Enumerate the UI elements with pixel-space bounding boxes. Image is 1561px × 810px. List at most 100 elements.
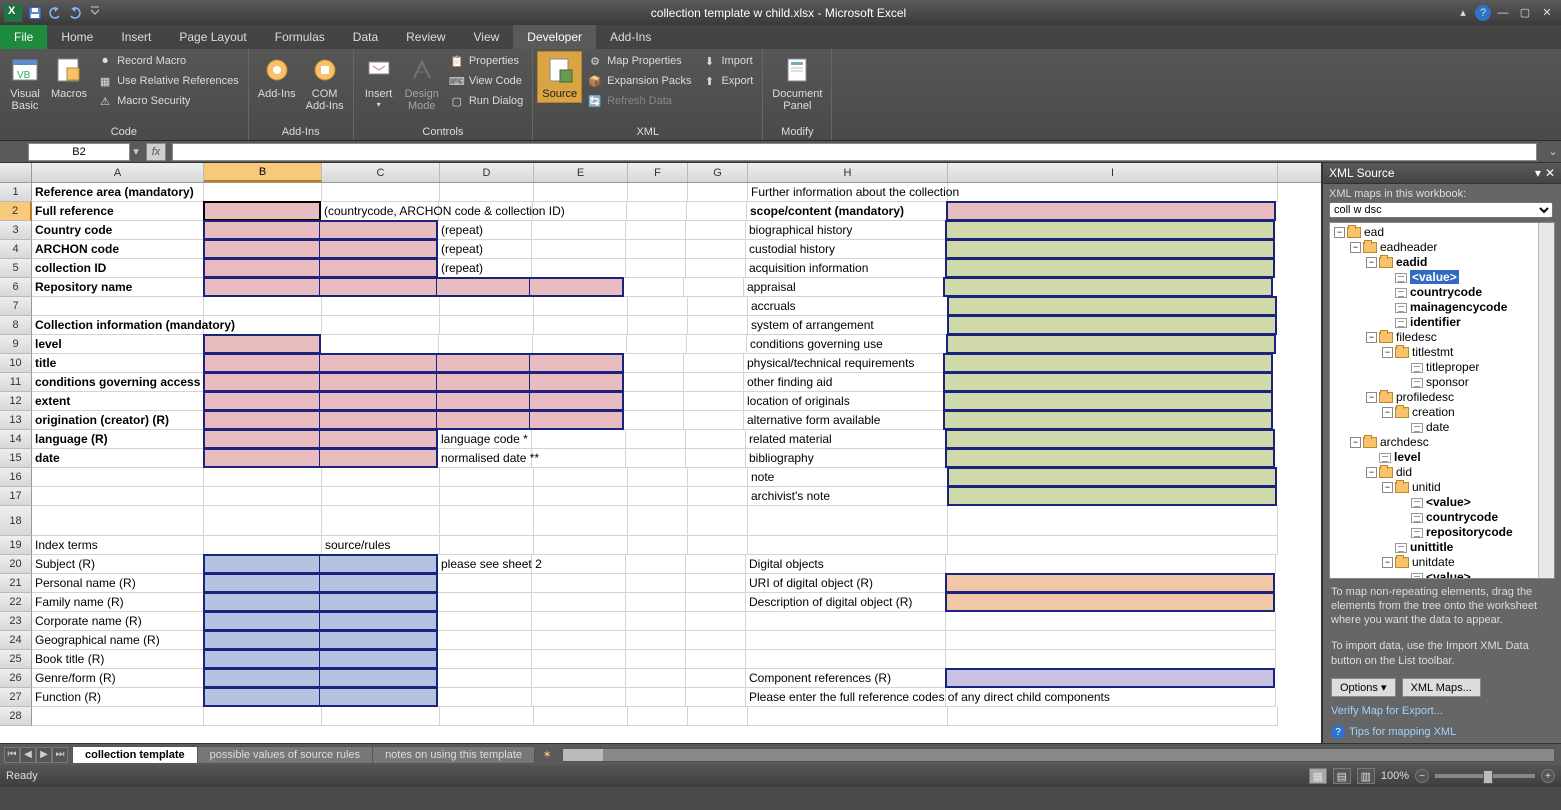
cell-E12[interactable] bbox=[530, 391, 624, 411]
cell-C12[interactable] bbox=[320, 391, 438, 411]
tree-node[interactable]: −eadid<value>countrycodemainagencycodeid… bbox=[1366, 255, 1552, 330]
cell-A15[interactable]: date bbox=[32, 449, 204, 468]
cell-G9[interactable] bbox=[687, 335, 747, 354]
column-header-F[interactable]: F bbox=[628, 163, 688, 182]
refresh-data-button[interactable]: 🔄Refresh Data bbox=[582, 91, 696, 111]
cell-A6[interactable]: Repository name bbox=[32, 278, 204, 297]
worksheet-grid[interactable]: ABCDEFGHI 1Reference area (mandatory)Fur… bbox=[0, 163, 1321, 743]
cell-B3[interactable] bbox=[203, 220, 321, 240]
design-mode-button[interactable]: DesignMode bbox=[400, 51, 444, 115]
cell-I4[interactable] bbox=[945, 239, 1275, 259]
cell-E25[interactable] bbox=[532, 650, 626, 669]
row-header[interactable]: 26 bbox=[0, 669, 32, 688]
cell-C5[interactable] bbox=[320, 258, 438, 278]
record-macro-button[interactable]: ⏺Record Macro bbox=[92, 51, 244, 71]
cell-G4[interactable] bbox=[686, 240, 746, 259]
page-layout-view-icon[interactable]: ▤ bbox=[1333, 768, 1351, 784]
com-addins-button[interactable]: COMAdd-Ins bbox=[301, 51, 349, 115]
cell-C4[interactable] bbox=[320, 239, 438, 259]
tree-node[interactable]: −archdesclevel−did−unitid<value>countryc… bbox=[1350, 435, 1552, 579]
cell-I24[interactable] bbox=[946, 631, 1276, 650]
cell-A17[interactable] bbox=[32, 487, 204, 506]
map-properties-button[interactable]: ⚙Map Properties bbox=[582, 51, 696, 71]
row-header[interactable]: 2 bbox=[0, 202, 32, 221]
cell-H18[interactable] bbox=[748, 506, 948, 536]
tree-node[interactable]: titleproper bbox=[1398, 360, 1552, 375]
row-header[interactable]: 11 bbox=[0, 373, 32, 392]
cell-I20[interactable] bbox=[946, 555, 1276, 574]
document-panel-button[interactable]: DocumentPanel bbox=[767, 51, 827, 115]
cell-F13[interactable] bbox=[624, 411, 684, 430]
sheet-tab-0[interactable]: collection template bbox=[72, 746, 198, 764]
fx-icon[interactable]: fx bbox=[146, 143, 166, 161]
cell-H6[interactable]: appraisal bbox=[744, 278, 944, 297]
cell-H13[interactable]: alternative form available bbox=[744, 411, 944, 430]
cell-G8[interactable] bbox=[688, 316, 748, 335]
xml-map-select[interactable]: coll w dsc bbox=[1329, 202, 1553, 218]
cell-H26[interactable]: Component references (R) bbox=[746, 669, 946, 688]
cell-F2[interactable] bbox=[627, 202, 687, 221]
first-sheet-icon[interactable]: ⏮ bbox=[4, 747, 20, 763]
cell-E23[interactable] bbox=[532, 612, 626, 631]
cell-G1[interactable] bbox=[688, 183, 748, 202]
cell-F15[interactable] bbox=[626, 449, 686, 468]
cell-I6[interactable] bbox=[943, 277, 1273, 297]
cell-I13[interactable] bbox=[943, 410, 1273, 430]
cell-A16[interactable] bbox=[32, 468, 204, 487]
cell-F23[interactable] bbox=[626, 612, 686, 631]
cell-C24[interactable] bbox=[320, 630, 438, 650]
cell-G19[interactable] bbox=[688, 536, 748, 555]
row-header[interactable]: 8 bbox=[0, 316, 32, 335]
row-header[interactable]: 7 bbox=[0, 297, 32, 316]
column-header-D[interactable]: D bbox=[440, 163, 534, 182]
macro-security-button[interactable]: ⚠Macro Security bbox=[92, 91, 244, 111]
import-button[interactable]: ⬇Import bbox=[697, 51, 759, 71]
normal-view-icon[interactable]: ▦ bbox=[1309, 768, 1327, 784]
tree-node[interactable]: −titlestmttitlepropersponsor bbox=[1382, 345, 1552, 390]
cell-C3[interactable] bbox=[320, 220, 438, 240]
cell-I23[interactable] bbox=[946, 612, 1276, 631]
cell-C13[interactable] bbox=[320, 410, 438, 430]
row-header[interactable]: 3 bbox=[0, 221, 32, 240]
tab-data[interactable]: Data bbox=[339, 25, 392, 49]
cell-G10[interactable] bbox=[684, 354, 744, 373]
cell-I21[interactable] bbox=[945, 573, 1275, 593]
cell-F24[interactable] bbox=[626, 631, 686, 650]
cell-C28[interactable] bbox=[322, 707, 440, 726]
cell-H20[interactable]: Digital objects bbox=[746, 555, 946, 574]
row-header[interactable]: 25 bbox=[0, 650, 32, 669]
cell-G27[interactable] bbox=[686, 688, 746, 707]
cell-G2[interactable] bbox=[687, 202, 747, 221]
cell-E26[interactable] bbox=[532, 669, 626, 688]
cell-A25[interactable]: Book title (R) bbox=[32, 650, 204, 669]
cell-D26[interactable] bbox=[438, 669, 532, 688]
row-header[interactable]: 15 bbox=[0, 449, 32, 468]
cell-C7[interactable] bbox=[322, 297, 440, 316]
cell-D15[interactable]: normalised date ** bbox=[438, 449, 532, 468]
cell-D9[interactable] bbox=[439, 335, 533, 354]
cell-F27[interactable] bbox=[626, 688, 686, 707]
cell-B25[interactable] bbox=[203, 649, 321, 669]
cell-B13[interactable] bbox=[203, 410, 321, 430]
cell-C14[interactable] bbox=[320, 429, 438, 449]
cell-A20[interactable]: Subject (R) bbox=[32, 555, 204, 574]
cell-B19[interactable] bbox=[204, 536, 322, 555]
cell-I1[interactable] bbox=[948, 183, 1278, 202]
column-header-B[interactable]: B bbox=[204, 163, 322, 182]
sheet-tab-2[interactable]: notes on using this template bbox=[372, 746, 535, 764]
row-header[interactable]: 27 bbox=[0, 688, 32, 707]
cell-B7[interactable] bbox=[204, 297, 322, 316]
tree-node[interactable]: −creationdate bbox=[1382, 405, 1552, 435]
cell-D16[interactable] bbox=[440, 468, 534, 487]
cell-D4[interactable]: (repeat) bbox=[438, 240, 532, 259]
row-header[interactable]: 23 bbox=[0, 612, 32, 631]
tab-home[interactable]: Home bbox=[47, 25, 107, 49]
cell-B8[interactable] bbox=[204, 316, 322, 335]
cell-F4[interactable] bbox=[626, 240, 686, 259]
cell-B4[interactable] bbox=[203, 239, 321, 259]
macros-button[interactable]: Macros bbox=[46, 51, 92, 103]
cell-C19[interactable]: source/rules bbox=[322, 536, 440, 555]
cell-I5[interactable] bbox=[945, 258, 1275, 278]
cell-F9[interactable] bbox=[627, 335, 687, 354]
cell-G17[interactable] bbox=[688, 487, 748, 506]
